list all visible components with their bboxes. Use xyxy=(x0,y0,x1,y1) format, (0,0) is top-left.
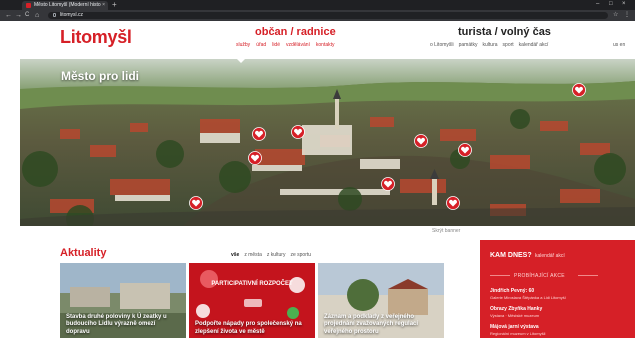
forward-button[interactable]: → xyxy=(15,11,22,20)
map-pin-icon[interactable] xyxy=(291,125,305,139)
map-pin-icon[interactable] xyxy=(572,83,586,97)
nav-link-vzdelavani[interactable]: vzdělávání xyxy=(286,42,310,48)
event-subtitle: Galerie Miroslava Štěpánka a Lidi Litomy… xyxy=(490,295,566,300)
events-title: KAM DNES? xyxy=(490,252,532,259)
nav-link-sport[interactable]: sport xyxy=(503,42,514,48)
language-switch[interactable]: us en xyxy=(613,42,625,48)
divider xyxy=(578,275,598,276)
divider xyxy=(490,275,510,276)
browser-tab[interactable]: Město Litomyšl (Moderní histo × xyxy=(22,1,108,10)
nav-link-kultura[interactable]: kultura xyxy=(483,42,498,48)
nav-link-sluzby[interactable]: služby xyxy=(236,42,250,48)
news-section-title: Aktuality xyxy=(60,247,107,259)
new-tab-button[interactable]: + xyxy=(112,1,117,9)
participative-budget-label: PARTICIPATIVNÍ ROZPOČET xyxy=(211,281,293,287)
citizen-section-title[interactable]: občan / radnice xyxy=(255,26,336,38)
nav-link-kontakty[interactable]: kontakty xyxy=(316,42,335,48)
tab-title: Město Litomyšl (Moderní histo xyxy=(34,2,101,8)
browser-tab-strip: Město Litomyšl (Moderní histo × + – □ × xyxy=(0,0,635,10)
browser-toolbar: ← → C ⌂ litomysl.cz ☆ ⋮ xyxy=(0,10,635,21)
hide-banner-link[interactable]: Skrýt banner xyxy=(432,228,460,234)
site-logo[interactable]: Litomyšl xyxy=(60,27,132,48)
filter-sport[interactable]: ze sportu xyxy=(290,252,311,258)
browser-menu-icon[interactable]: ⋮ xyxy=(624,11,630,20)
lock-icon xyxy=(53,13,56,17)
event-title[interactable]: Obrazy Zbyňka Hanky xyxy=(490,306,542,312)
nav-link-kalendar[interactable]: kalendář akcí xyxy=(519,42,549,48)
bookmark-star-icon[interactable]: ☆ xyxy=(613,11,618,20)
event-title[interactable]: Jindřich Pevný: 60 xyxy=(490,288,534,294)
news-card-title: Záznam a podklady z veřejného projednání… xyxy=(324,313,419,335)
back-button[interactable]: ← xyxy=(5,11,12,20)
tourist-nav: o Litomyšli památky kultura sport kalendář a… xyxy=(430,42,553,48)
hero-title: Město pro lidi xyxy=(61,69,139,83)
map-pin-icon[interactable] xyxy=(252,127,266,141)
events-panel: KAM DNES? kalendář akcí PROBÍHAJÍCÍ AKCE… xyxy=(480,240,635,338)
news-card[interactable]: PARTICIPATIVNÍ ROZPOČET Podpořte nápady … xyxy=(189,263,315,338)
events-subtitle: PROBÍHAJÍCÍ AKCE xyxy=(514,273,565,279)
map-pin-icon[interactable] xyxy=(446,196,460,210)
event-subtitle: Regionální muzeum v Litomyšli xyxy=(490,331,546,336)
maximize-button[interactable]: □ xyxy=(609,0,613,9)
nav-link-o-litomysli[interactable]: o Litomyšli xyxy=(430,42,454,48)
map-pin-icon[interactable] xyxy=(458,143,472,157)
hero-banner: Město pro lidi xyxy=(20,59,635,226)
event-subtitle: Výstava · Městské muzeum xyxy=(490,313,540,318)
news-card[interactable]: Záznam a podklady z veřejného projednání… xyxy=(318,263,444,338)
url-text: litomysl.cz xyxy=(60,12,84,18)
event-title[interactable]: Májová jarní výstava xyxy=(490,324,539,330)
news-card-title: Podpořte nápady pro společenský na zlepš… xyxy=(195,321,302,335)
close-window-button[interactable]: × xyxy=(622,0,626,9)
map-pin-icon[interactable] xyxy=(381,177,395,191)
address-bar[interactable]: litomysl.cz xyxy=(48,12,608,19)
citizen-nav: služby úřad lidé vzdělávání kontakty xyxy=(236,42,341,48)
nav-link-pamatky[interactable]: památky xyxy=(459,42,478,48)
minimize-button[interactable]: – xyxy=(596,0,599,9)
reload-button[interactable]: C xyxy=(25,11,29,20)
nav-link-urad[interactable]: úřad xyxy=(256,42,266,48)
nav-caret-icon xyxy=(236,58,246,63)
tourist-section-title[interactable]: turista / volný čas xyxy=(458,26,551,38)
map-pin-icon[interactable] xyxy=(189,196,203,210)
town-aerial-photo xyxy=(20,59,635,226)
filter-culture[interactable]: z kultury xyxy=(267,252,286,258)
news-filters: vše z města z kultury ze sportu xyxy=(231,252,311,258)
filter-all[interactable]: vše xyxy=(231,252,239,258)
site-header: Litomyšl občan / radnice služby úřad lidé v… xyxy=(0,21,635,59)
favicon-icon xyxy=(26,3,31,8)
nav-link-lide[interactable]: lidé xyxy=(272,42,280,48)
news-card-title: Stavba druhé poloviny k Ú zeatky u budou… xyxy=(66,313,167,335)
filter-city[interactable]: z města xyxy=(244,252,262,258)
tab-close-icon[interactable]: × xyxy=(102,2,105,8)
news-card[interactable]: Stavba druhé poloviny k Ú zeatky u budou… xyxy=(60,263,186,338)
map-pin-icon[interactable] xyxy=(414,134,428,148)
calendar-link[interactable]: kalendář akcí xyxy=(535,253,565,259)
home-button[interactable]: ⌂ xyxy=(35,11,39,20)
map-pin-icon[interactable] xyxy=(248,151,262,165)
